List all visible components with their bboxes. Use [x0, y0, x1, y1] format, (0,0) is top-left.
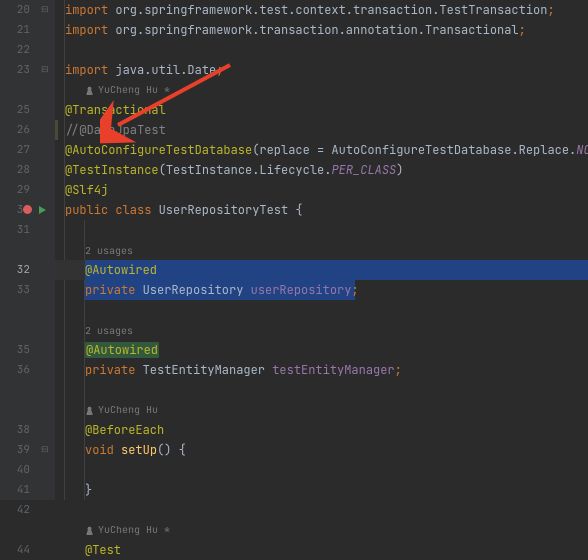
code-line[interactable]: @AutoConfigureTestDatabase(replace = Aut…: [55, 140, 588, 160]
line-number[interactable]: 39: [0, 440, 30, 460]
code-line[interactable]: [55, 380, 588, 400]
fold-expanded-icon[interactable]: ⊟: [41, 63, 49, 75]
line-number[interactable]: 25: [0, 100, 30, 120]
line-number[interactable]: 26: [0, 120, 30, 140]
code-line-selected[interactable]: @Autowired: [55, 260, 588, 280]
code-line[interactable]: @Transactional: [55, 100, 588, 120]
code-line[interactable]: import org.springframework.transaction.a…: [55, 20, 588, 40]
line-number[interactable]: 33: [0, 280, 30, 300]
run-test-icon[interactable]: [39, 206, 46, 214]
line-number[interactable]: 42: [0, 500, 30, 520]
code-line-selected[interactable]: private UserRepository userRepository;: [55, 280, 588, 300]
line-number[interactable]: 41: [0, 480, 30, 500]
breakpoint-icon[interactable]: [23, 205, 32, 214]
line-number[interactable]: 29: [0, 180, 30, 200]
code-line[interactable]: [55, 220, 588, 240]
code-editor[interactable]: 20 21 22 23 25 26 27 28 29 30 31 32 33 3…: [0, 0, 588, 500]
line-number[interactable]: 23: [0, 60, 30, 80]
line-number: [0, 520, 30, 540]
line-number[interactable]: 27: [0, 140, 30, 160]
code-line[interactable]: @TestInstance(TestInstance.Lifecycle.PER…: [55, 160, 588, 180]
line-number: [0, 400, 30, 420]
line-number[interactable]: 40: [0, 460, 30, 480]
fold-expanded-icon[interactable]: ⊟: [41, 3, 49, 15]
line-number: [0, 320, 30, 340]
gutter-icons: ⊟ ⊟ ⊟: [37, 0, 55, 500]
author-hint[interactable]: YuCheng Hu *: [55, 80, 588, 100]
person-icon: [85, 406, 94, 415]
fold-expanded-icon[interactable]: ⊟: [41, 443, 49, 455]
code-line[interactable]: @Autowired: [55, 340, 588, 360]
line-number: [0, 380, 30, 400]
code-area[interactable]: import org.springframework.test.context.…: [55, 0, 588, 500]
code-line[interactable]: @BeforeEach: [55, 420, 588, 440]
line-number-gutter[interactable]: 20 21 22 23 25 26 27 28 29 30 31 32 33 3…: [0, 0, 37, 500]
code-line[interactable]: import org.springframework.test.context.…: [55, 0, 588, 20]
line-number[interactable]: 20: [0, 0, 30, 20]
line-number[interactable]: 21: [0, 20, 30, 40]
line-number[interactable]: 31: [0, 220, 30, 240]
usages-hint[interactable]: 2 usages: [55, 320, 588, 340]
line-number-current[interactable]: 32: [0, 260, 30, 280]
line-number[interactable]: 38: [0, 420, 30, 440]
line-number: [0, 80, 30, 100]
usages-hint[interactable]: 2 usages: [55, 240, 588, 260]
code-line[interactable]: [55, 500, 588, 520]
code-line[interactable]: @Slf4j: [55, 180, 588, 200]
code-line[interactable]: private TestEntityManager testEntityMana…: [55, 360, 588, 380]
code-line[interactable]: }: [55, 480, 588, 500]
code-line[interactable]: public class UserRepositoryTest {: [55, 200, 588, 220]
person-icon: [85, 86, 94, 95]
code-line[interactable]: import java.util.Date;: [55, 60, 588, 80]
code-line[interactable]: //@DataJpaTest: [55, 120, 588, 140]
line-number[interactable]: 22: [0, 40, 30, 60]
code-line[interactable]: [55, 460, 588, 480]
line-number[interactable]: 35: [0, 340, 30, 360]
line-number[interactable]: 28: [0, 160, 30, 180]
author-hint[interactable]: YuCheng Hu: [55, 400, 588, 420]
code-line[interactable]: [55, 300, 588, 320]
line-number[interactable]: 36: [0, 360, 30, 380]
code-line[interactable]: void setUp() {: [55, 440, 588, 460]
line-number: [0, 300, 30, 320]
code-line[interactable]: @Test: [55, 540, 588, 560]
code-line[interactable]: [55, 40, 588, 60]
author-hint[interactable]: YuCheng Hu *: [55, 520, 588, 540]
line-number[interactable]: 44: [0, 540, 30, 560]
person-icon: [85, 526, 94, 535]
line-number: [0, 240, 30, 260]
